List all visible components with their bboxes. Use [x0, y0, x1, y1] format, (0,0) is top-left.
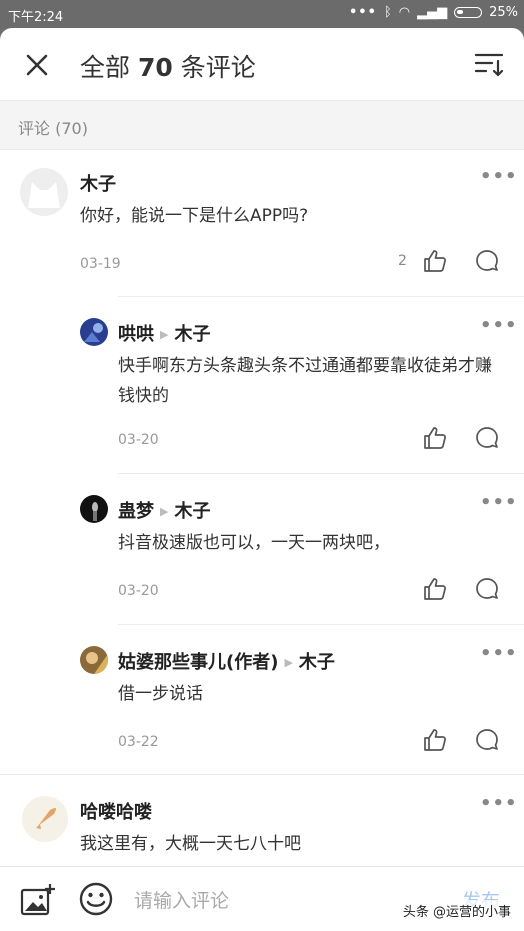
reply-icon[interactable] — [474, 727, 500, 753]
status-icons: ••• ᛒ ◠ ▂▄▆ 25% — [349, 5, 518, 20]
close-icon[interactable] — [22, 50, 52, 80]
reply-date: 03-22 — [118, 734, 159, 750]
reply-target[interactable]: 木子 — [299, 652, 335, 673]
reply-date: 03-20 — [118, 583, 159, 599]
avatar[interactable] — [22, 796, 68, 842]
reply-username[interactable]: 哄哄 — [118, 324, 154, 345]
reply-avatar-icon — [92, 502, 98, 521]
reply-arrow-icon: ▶ — [160, 328, 169, 341]
like-icon[interactable] — [422, 576, 448, 602]
comment-date: 03-19 — [80, 256, 121, 272]
status-bar: 下午2:24 ••• ᛒ ◠ ▂▄▆ 25% — [0, 0, 524, 28]
emoji-icon[interactable] — [78, 881, 114, 917]
comment-username[interactable]: 哈喽哈喽 — [80, 798, 152, 824]
reply-icon[interactable] — [474, 576, 500, 602]
avatar[interactable] — [80, 495, 108, 523]
title-suffix: 条评论 — [180, 53, 256, 82]
more-dots-icon: ••• — [349, 5, 377, 20]
divider — [118, 473, 524, 474]
reply-arrow-icon: ▶ — [160, 505, 169, 518]
reply-avatar-icon — [86, 652, 108, 674]
divider — [118, 296, 524, 297]
avatar[interactable] — [20, 168, 68, 216]
more-options-icon[interactable]: ••• — [480, 795, 518, 813]
comment-input[interactable]: 请输入评论 — [134, 886, 229, 913]
wifi-icon: ◠ — [398, 5, 411, 20]
reply-text: 快手啊东方头条趣头条不过通通都要靠收徒弟才赚钱快的 — [118, 356, 492, 406]
reply-target[interactable]: 木子 — [174, 324, 210, 345]
like-icon[interactable] — [422, 425, 448, 451]
title-prefix: 全部 — [80, 53, 131, 82]
more-options-icon[interactable]: ••• — [480, 494, 518, 512]
status-time: 下午2:24 — [8, 10, 64, 25]
reply-header: 姑婆那些事儿(作者) ▶ 木子 — [118, 648, 335, 674]
reply-username[interactable]: 姑婆那些事儿(作者) — [118, 652, 278, 673]
divider — [118, 624, 524, 625]
watermark: 头条 @运营的小事 — [399, 900, 514, 921]
comment-text: 我这里有，大概一天七八十吧 — [80, 834, 301, 854]
section-label: 评论 (70) — [18, 119, 88, 138]
cat-avatar-icon — [28, 182, 60, 208]
more-options-icon[interactable]: ••• — [480, 645, 518, 663]
reply-text: 借一步说话 — [118, 684, 203, 704]
avatar[interactable] — [80, 646, 108, 674]
add-image-icon[interactable] — [20, 882, 56, 916]
reply-avatar-icon — [84, 323, 103, 342]
like-icon[interactable] — [422, 248, 448, 274]
signal-icon: ▂▄▆ — [417, 5, 448, 20]
rocket-avatar-icon — [36, 808, 56, 829]
reply-icon[interactable] — [474, 248, 500, 274]
header: 全部 70 条评论 — [0, 28, 524, 100]
comments-sheet: 全部 70 条评论 评论 (70) 木子 ••• 你好，能说一下是什么APP吗?… — [0, 28, 524, 931]
comment-composer: 请输入评论 发布 — [0, 866, 524, 931]
like-count: 2 — [398, 253, 407, 269]
more-options-icon[interactable]: ••• — [480, 317, 518, 335]
reply-arrow-icon: ▶ — [284, 656, 293, 669]
reply-date: 03-20 — [118, 432, 159, 448]
comment-count: 70 — [137, 53, 173, 82]
reply-text: 抖音极速版也可以，一天一两块吧， — [118, 533, 390, 553]
reply-target[interactable]: 木子 — [174, 501, 210, 522]
battery-icon — [454, 7, 483, 18]
sort-icon[interactable] — [474, 52, 504, 78]
reply-username[interactable]: 蛊梦 — [118, 501, 154, 522]
page-title: 全部 70 条评论 — [80, 48, 256, 84]
comment-text: 你好，能说一下是什么APP吗? — [80, 206, 309, 226]
bluetooth-icon: ᛒ — [383, 5, 392, 20]
reply-header: 哄哄 ▶ 木子 — [118, 320, 210, 346]
reply-icon[interactable] — [474, 425, 500, 451]
reply-header: 蛊梦 ▶ 木子 — [118, 497, 210, 523]
section-bar: 评论 (70) — [0, 100, 524, 150]
like-icon[interactable] — [422, 727, 448, 753]
battery-percent: 25% — [489, 5, 518, 20]
avatar[interactable] — [80, 318, 108, 346]
more-options-icon[interactable]: ••• — [480, 168, 518, 186]
divider — [0, 774, 524, 775]
comment-username[interactable]: 木子 — [80, 170, 116, 196]
